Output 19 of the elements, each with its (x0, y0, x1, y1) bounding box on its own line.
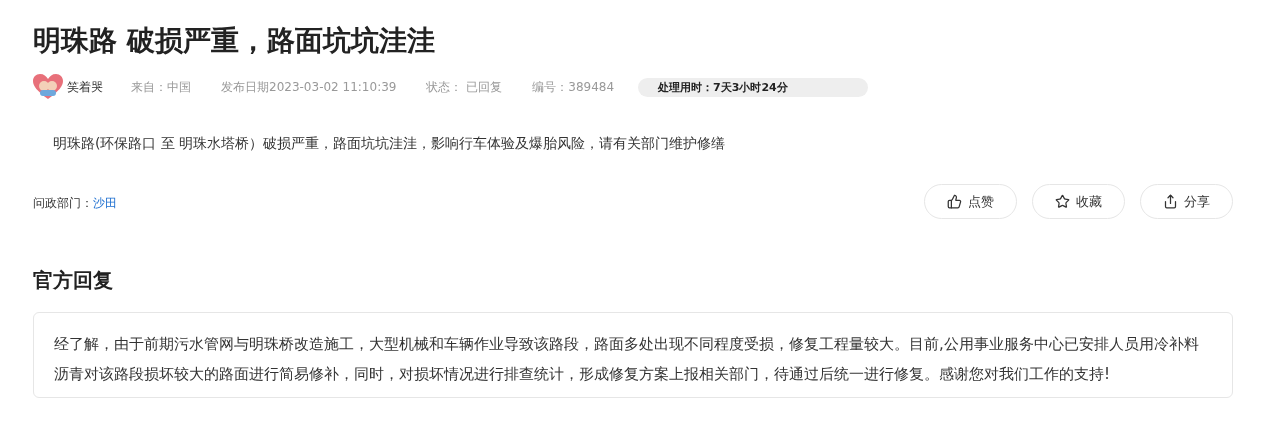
page-title: 明珠路 破损严重，路面坑坑洼洼 (33, 23, 436, 59)
share-button[interactable]: 分享 (1140, 184, 1233, 219)
thumbs-up-icon (947, 194, 962, 209)
source-text: 来自：中国 (131, 78, 191, 96)
reply-text: 经了解，由于前期污水管网与明珠桥改造施工，大型机械和车辆作业导致该路段，路面多处出现不同程度受损，修复工程量较大。目前,公用事业服务中心已安排人员用冷补料沥青对该路段损坏较大的路面进行简易修补，同时，对损坏情况进行排查统计，形成修复方案上报相关部门，待通过后统一进行修复。感谢您对我们工作的支持! (33, 312, 1233, 398)
share-icon (1163, 194, 1178, 209)
status-text: 状态： 已回复 (426, 78, 503, 96)
star-icon (1055, 194, 1070, 209)
star-button[interactable]: 收藏 (1032, 184, 1125, 219)
department-link[interactable]: 沙田 (93, 195, 117, 210)
user-name: 笑着哭 (67, 78, 103, 96)
number-text: 编号：389484 (532, 78, 615, 96)
reply-heading: 官方回复 (33, 267, 114, 294)
heart-avatar-icon (33, 74, 63, 100)
date-text: 发布日期2023-03-02 11:10:39 (221, 78, 397, 96)
department-label: 问政部门： (33, 195, 93, 210)
duration-pill: 处理用时：7天3小时24分 (638, 77, 868, 97)
like-button[interactable]: 点赞 (924, 184, 1017, 219)
content-text: 明珠路(环保路口 至 明珠水塔桥）破损严重，路面坑坑洼洼，影响行车体验及爆胎风险，请有关部门维护修缮 (53, 134, 727, 153)
